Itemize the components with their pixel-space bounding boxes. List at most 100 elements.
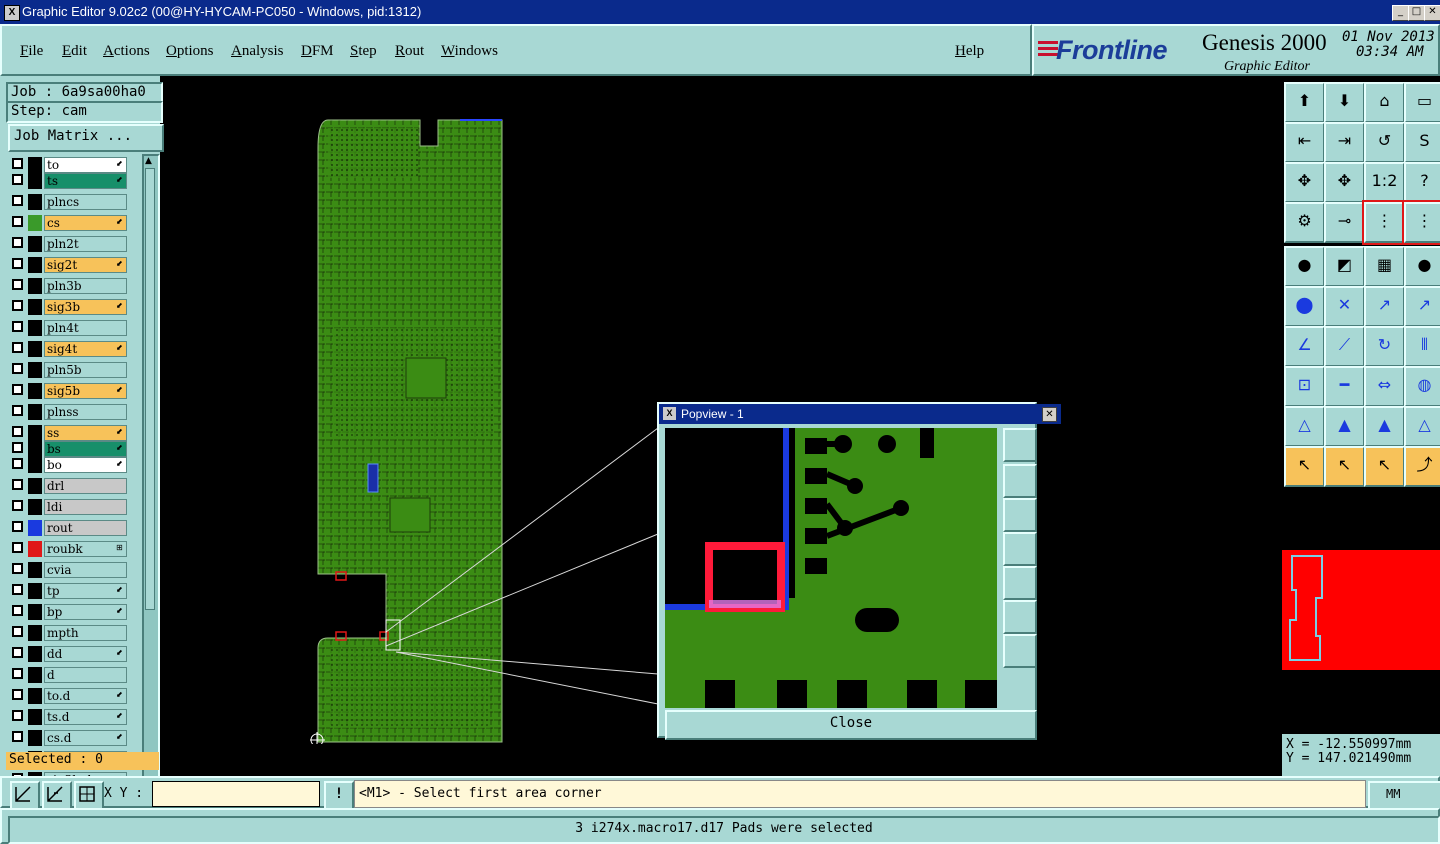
layer-name[interactable]: to.d	[44, 688, 127, 704]
layer-checkbox[interactable]	[12, 342, 23, 353]
layer-name[interactable]: ts.d	[44, 709, 127, 725]
layer-name[interactable]: bo	[44, 457, 127, 473]
select-box-icon[interactable]: ↖	[1324, 446, 1365, 487]
add-square-icon[interactable]: ⊡	[1284, 366, 1325, 407]
menu-file[interactable]: File	[20, 43, 43, 60]
popview-zoom-out-button[interactable]	[1003, 634, 1037, 668]
job-matrix-button[interactable]: Job Matrix ...	[8, 124, 164, 152]
layer-checkbox[interactable]	[12, 584, 23, 595]
layer-color-swatch[interactable]	[28, 499, 42, 515]
layer-color-swatch[interactable]	[28, 278, 42, 294]
zoom-fit-icon[interactable]: ✥	[1284, 162, 1325, 203]
layer-name[interactable]: drl	[44, 478, 127, 494]
layer-row-drl[interactable]: drl	[8, 478, 140, 494]
layer-color-swatch[interactable]	[28, 173, 42, 189]
layer-name[interactable]: sig4t	[44, 341, 127, 357]
menu-dfm[interactable]: DFM	[301, 43, 334, 60]
layer-color-swatch[interactable]	[28, 604, 42, 620]
layer-row-bo[interactable]: bo ⬋	[8, 457, 140, 473]
layer-checkbox[interactable]	[12, 542, 23, 553]
layer-color-swatch[interactable]	[28, 215, 42, 231]
cross-mark-icon[interactable]: ✕	[1324, 286, 1365, 327]
layer-row-sig5b[interactable]: sig5b ⬋	[8, 383, 140, 399]
layer-row-plncs[interactable]: plncs	[8, 194, 140, 210]
layer-name[interactable]: pln2t	[44, 236, 127, 252]
layer-row-ts-d[interactable]: ts.d ⬋	[8, 709, 140, 725]
layer-color-swatch[interactable]	[28, 457, 42, 473]
layer-checkbox[interactable]	[12, 216, 23, 227]
layer-name[interactable]: plncs	[44, 194, 127, 210]
popview-close-button[interactable]: Close	[665, 710, 1037, 740]
layer-row-mpth[interactable]: mpth	[8, 625, 140, 641]
layer-row-sig4t[interactable]: sig4t ⬋	[8, 341, 140, 357]
layer-color-swatch[interactable]	[28, 236, 42, 252]
fill-icon[interactable]: ◩	[1324, 246, 1365, 287]
layer-color-swatch[interactable]	[28, 383, 42, 399]
layer-row-to[interactable]: to ⬋	[8, 157, 140, 173]
layer-name[interactable]: cs	[44, 215, 127, 231]
layer-row-sig3b[interactable]: sig3b ⬋	[8, 299, 140, 315]
layer-color-swatch[interactable]	[28, 730, 42, 746]
layer-checkbox[interactable]	[12, 195, 23, 206]
board-minimap[interactable]	[1282, 550, 1440, 670]
popview-zoom-in-button[interactable]	[1003, 600, 1037, 634]
popview-pan-up-button[interactable]	[1003, 464, 1037, 498]
menu-step[interactable]: Step	[350, 43, 377, 60]
layer-checkbox[interactable]	[12, 731, 23, 742]
layer-name[interactable]: ldi	[44, 499, 127, 515]
layer-color-swatch[interactable]	[28, 583, 42, 599]
layer-color-swatch[interactable]	[28, 562, 42, 578]
popview-pan-right-button[interactable]	[1003, 566, 1037, 600]
layer-name[interactable]: cvia	[44, 562, 127, 578]
layer-name[interactable]: rout	[44, 520, 127, 536]
pan-left-icon[interactable]: ⇤	[1284, 122, 1325, 163]
zoom-center-icon[interactable]: ✥	[1324, 162, 1365, 203]
layer-checkbox[interactable]	[12, 626, 23, 637]
layer-row-dd[interactable]: dd ⬋	[8, 646, 140, 662]
layer-color-swatch[interactable]	[28, 478, 42, 494]
layer-row-to-d[interactable]: to.d ⬋	[8, 688, 140, 704]
polygon-icon[interactable]: △	[1284, 406, 1325, 447]
popview-tool-layers-button[interactable]	[1003, 428, 1037, 462]
layer-checkbox[interactable]	[12, 500, 23, 511]
layer-color-swatch[interactable]	[28, 520, 42, 536]
layers-snap-icon[interactable]: ⋮	[1362, 200, 1407, 245]
zoom-1to2-icon[interactable]: 1:2	[1364, 162, 1405, 203]
menu-analysis[interactable]: Analysis	[231, 43, 284, 60]
layer-row-ts[interactable]: ts ⬋	[8, 173, 140, 189]
layer-color-swatch[interactable]	[28, 299, 42, 315]
layer-color-swatch[interactable]	[28, 320, 42, 336]
layer-name[interactable]: ss	[44, 425, 127, 441]
scroll-up-icon[interactable]: ▲	[145, 156, 153, 166]
measure-mode-icon[interactable]	[42, 781, 72, 811]
xy-coordinate-input[interactable]	[152, 781, 320, 807]
popview-close-icon[interactable]: ✕	[1042, 407, 1057, 422]
popview-canvas[interactable]	[665, 428, 997, 708]
layer-row-ss[interactable]: ss ⬋	[8, 425, 140, 441]
layer-name[interactable]: pln4t	[44, 320, 127, 336]
layer-checkbox[interactable]	[12, 605, 23, 616]
layer-name[interactable]: tp	[44, 583, 127, 599]
help-icon[interactable]: ?	[1404, 162, 1440, 203]
layer-name[interactable]: cs.d	[44, 730, 127, 746]
layer-name[interactable]: dd	[44, 646, 127, 662]
layer-name[interactable]: ts	[44, 173, 127, 189]
menu-help[interactable]: Help	[955, 43, 984, 60]
layer-checkbox[interactable]	[12, 647, 23, 658]
units-selector[interactable]: MM ▬	[1368, 781, 1440, 811]
polygon-fill-icon[interactable]: ▲	[1324, 406, 1365, 447]
layer-name[interactable]: bp	[44, 604, 127, 620]
layer-row-pln3b[interactable]: pln3b	[8, 278, 140, 294]
layer-color-swatch[interactable]	[28, 425, 42, 441]
redraw-icon[interactable]: S	[1404, 122, 1440, 163]
layer-row-pln5b[interactable]: pln5b	[8, 362, 140, 378]
layer-color-swatch[interactable]	[28, 541, 42, 557]
layer-color-swatch[interactable]	[28, 341, 42, 357]
layer-row-pln2t[interactable]: pln2t	[8, 236, 140, 252]
layer-checkbox[interactable]	[12, 158, 23, 169]
layer-color-swatch[interactable]	[28, 157, 42, 173]
layer-checkbox[interactable]	[12, 710, 23, 721]
layer-color-swatch[interactable]	[28, 194, 42, 210]
grid-mode-icon[interactable]	[74, 781, 104, 811]
layer-row-d[interactable]: d	[8, 667, 140, 683]
